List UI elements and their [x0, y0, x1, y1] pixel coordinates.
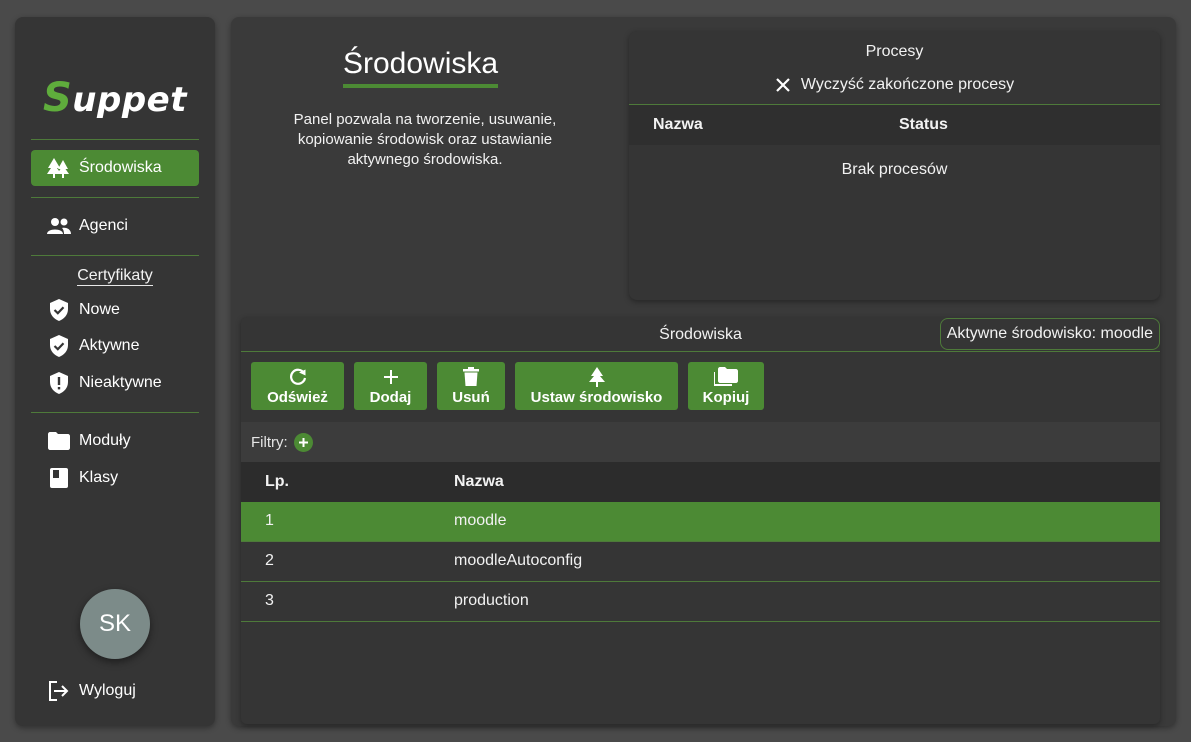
column-header-name[interactable]: Nazwa: [454, 473, 504, 491]
add-filter-button[interactable]: [293, 432, 313, 452]
sidebar-item-modules[interactable]: Moduły: [31, 423, 199, 459]
processes-table-header: Nazwa Status: [629, 104, 1160, 145]
sidebar-item-cert-active[interactable]: Aktywne: [31, 328, 199, 364]
clear-finished-processes-button[interactable]: Wyczyść zakończone procesy: [629, 76, 1160, 94]
cell-name: moodle: [454, 512, 507, 529]
plus-icon: [298, 437, 308, 447]
avatar-initials: SK: [98, 610, 131, 637]
cell-no: 2: [265, 552, 274, 569]
logout-label: Wyloguj: [79, 682, 136, 699]
environments-table-header: Lp. Nazwa: [241, 462, 1160, 502]
column-header-name[interactable]: Nazwa: [653, 116, 703, 134]
logout-button[interactable]: Wyloguj: [31, 673, 199, 709]
trash-icon: [463, 367, 479, 387]
sidebar: Suppet Środowiska Agenci Certyfikaty Now…: [15, 17, 215, 726]
refresh-label: Odśwież: [267, 388, 328, 406]
sidebar-item-cert-new[interactable]: Nowe: [31, 292, 199, 328]
trees-icon: [47, 156, 71, 180]
refresh-icon: [288, 367, 308, 387]
tree-icon: [588, 366, 606, 387]
divider: [31, 412, 199, 413]
sidebar-item-label: Nowe: [79, 301, 120, 318]
table-row[interactable]: 1 moodle: [241, 502, 1160, 542]
shield-alert-icon: [47, 371, 71, 395]
sidebar-item-environments[interactable]: Środowiska: [31, 150, 199, 186]
divider: [31, 255, 199, 256]
active-environment-badge: Aktywne środowisko: moodle: [939, 318, 1160, 350]
cell-no: 1: [265, 512, 274, 529]
divider: [31, 139, 199, 140]
shield-check-icon: [47, 298, 71, 322]
app-logo: Suppet: [15, 75, 215, 121]
main-panel: Środowiska Panel pozwala na tworzenie, u…: [231, 17, 1176, 726]
sidebar-item-classes[interactable]: Klasy: [31, 460, 199, 496]
sidebar-item-label: Środowiska: [79, 159, 162, 176]
sidebar-item-label: Nieaktywne: [79, 374, 162, 391]
environments-panel: Środowiska Aktywne środowisko: moodle Od…: [241, 317, 1160, 724]
shield-check-icon: [47, 334, 71, 358]
table-row[interactable]: 2 moodleAutoconfig: [241, 542, 1160, 582]
page-description: Panel pozwala na tworzenie, usuwanie, ko…: [293, 111, 557, 168]
avatar[interactable]: SK: [80, 589, 150, 659]
folder-icon: [47, 429, 71, 453]
add-label: Dodaj: [369, 388, 412, 406]
sidebar-item-label: Moduły: [79, 432, 131, 449]
delete-label: Usuń: [452, 388, 490, 406]
cell-name: production: [454, 592, 529, 609]
delete-button[interactable]: Usuń: [437, 362, 505, 410]
sidebar-item-label: Agenci: [79, 217, 128, 234]
sidebar-item-agents[interactable]: Agenci: [31, 208, 199, 244]
logo-text: uppet: [72, 80, 187, 120]
sidebar-item-label: Klasy: [79, 469, 119, 486]
sidebar-item-label: Aktywne: [79, 337, 140, 354]
environments-header: Środowiska Aktywne środowisko: moodle: [241, 317, 1160, 352]
cell-no: 3: [265, 592, 274, 609]
processes-title: Procesy: [865, 43, 924, 60]
copy-button[interactable]: Kopiuj: [688, 362, 764, 410]
set-environment-label: Ustaw środowisko: [530, 388, 663, 406]
column-header-no[interactable]: Lp.: [265, 473, 289, 491]
processes-panel: Procesy Wyczyść zakończone procesy Nazwa…: [629, 31, 1160, 300]
refresh-button[interactable]: Odśwież: [251, 362, 344, 410]
book-icon: [47, 466, 71, 490]
folders-copy-icon: [714, 366, 738, 387]
close-icon: [775, 77, 791, 93]
copy-label: Kopiuj: [702, 388, 750, 406]
filters-bar: Filtry:: [241, 422, 1160, 462]
section-title-certificates: Certyfikaty: [77, 267, 153, 286]
page-title: Środowiska: [343, 47, 499, 88]
column-header-status[interactable]: Status: [899, 116, 948, 134]
filters-label: Filtry:: [251, 433, 288, 451]
logout-icon: [47, 679, 71, 703]
sidebar-item-cert-inactive[interactable]: Nieaktywne: [31, 365, 199, 401]
table-row[interactable]: 3 production: [241, 582, 1160, 622]
clear-label: Wyczyść zakończone procesy: [800, 76, 1015, 93]
environments-toolbar: Odśwież Dodaj Usuń Ustaw środowisko Kopi…: [241, 352, 1160, 422]
add-button[interactable]: Dodaj: [354, 362, 427, 410]
logo-initial: S: [42, 75, 73, 121]
processes-empty-message: Brak procesów: [841, 161, 948, 178]
plus-icon: [383, 367, 399, 387]
cell-name: moodleAutoconfig: [454, 552, 583, 569]
set-environment-button[interactable]: Ustaw środowisko: [515, 362, 678, 410]
divider: [31, 197, 199, 198]
people-icon: [47, 214, 71, 238]
